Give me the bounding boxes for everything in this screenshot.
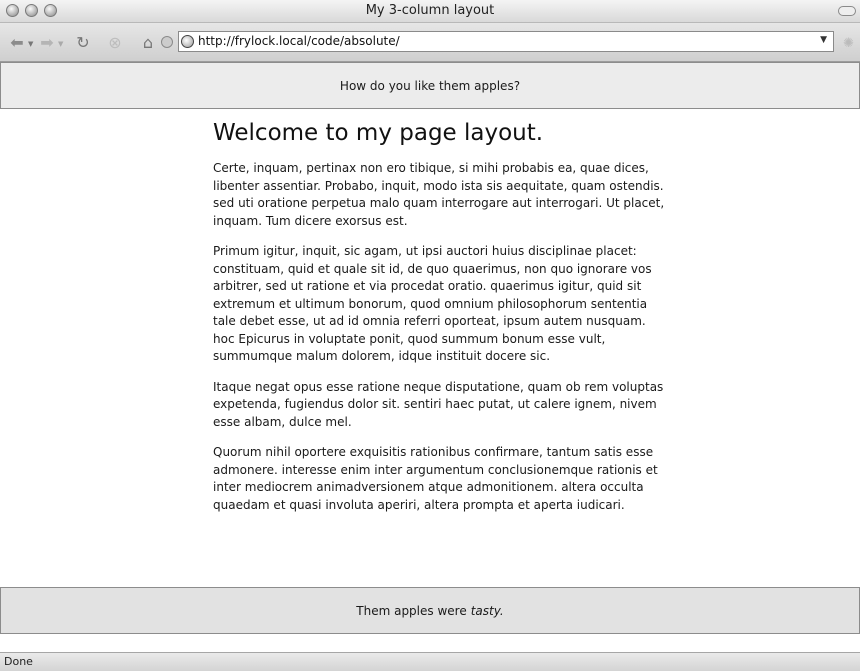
stop-button[interactable]: ⊗ bbox=[104, 32, 126, 52]
forward-history-dropdown-icon[interactable]: ▼ bbox=[58, 40, 63, 48]
window-title: My 3-column layout bbox=[365, 3, 495, 18]
footer-emphasis: tasty. bbox=[470, 603, 504, 618]
reload-button[interactable]: ↻ bbox=[72, 32, 94, 52]
browser-toolbar: ⬅ ▼ ➡ ▼ ↻ ⊗ ⌂ http://frylock.local/code/… bbox=[0, 23, 860, 62]
home-icon: ⌂ bbox=[142, 32, 154, 52]
status-bar: Done bbox=[0, 652, 860, 671]
page-heading: Welcome to my page layout. bbox=[213, 120, 544, 146]
header-text: How do you like them apples? bbox=[339, 78, 521, 93]
back-button[interactable]: ⬅ bbox=[6, 32, 28, 52]
page-header: How do you like them apples? bbox=[0, 62, 860, 109]
forward-arrow-icon: ➡ bbox=[40, 32, 54, 52]
page-footer: Them apples were tasty. bbox=[0, 587, 860, 634]
throbber-icon: ✺ bbox=[843, 36, 854, 51]
bookmark-circle-icon bbox=[161, 36, 173, 48]
url-text[interactable]: http://frylock.local/code/absolute/ bbox=[198, 34, 400, 48]
reload-icon: ↻ bbox=[76, 32, 90, 52]
paragraph-2: Primum igitur, inquit, sic agam, ut ipsi… bbox=[213, 244, 652, 363]
main-content: Welcome to my page layout. Certe, inquam… bbox=[213, 120, 668, 527]
paragraph-4: Quorum nihil oportere exquisitis rationi… bbox=[213, 445, 658, 512]
url-bar[interactable]: http://frylock.local/code/absolute/ ▼ bbox=[178, 31, 834, 52]
back-arrow-icon: ⬅ bbox=[10, 32, 24, 52]
status-text: Done bbox=[4, 655, 33, 668]
home-button[interactable]: ⌂ bbox=[137, 32, 159, 52]
back-history-dropdown-icon[interactable]: ▼ bbox=[28, 40, 33, 48]
globe-icon bbox=[181, 35, 194, 48]
paragraph-3: Itaque negat opus esse ratione neque dis… bbox=[213, 379, 664, 429]
footer-text: Them apples were bbox=[356, 603, 467, 618]
paragraph-1: Certe, inquam, pertinax non ero tibique,… bbox=[213, 161, 665, 228]
toolbar-toggle-button[interactable] bbox=[838, 6, 856, 16]
stop-icon: ⊗ bbox=[108, 32, 122, 52]
window-title-bar: My 3-column layout bbox=[0, 0, 860, 23]
url-dropdown-icon[interactable]: ▼ bbox=[820, 35, 827, 45]
forward-button[interactable]: ➡ bbox=[36, 32, 58, 52]
